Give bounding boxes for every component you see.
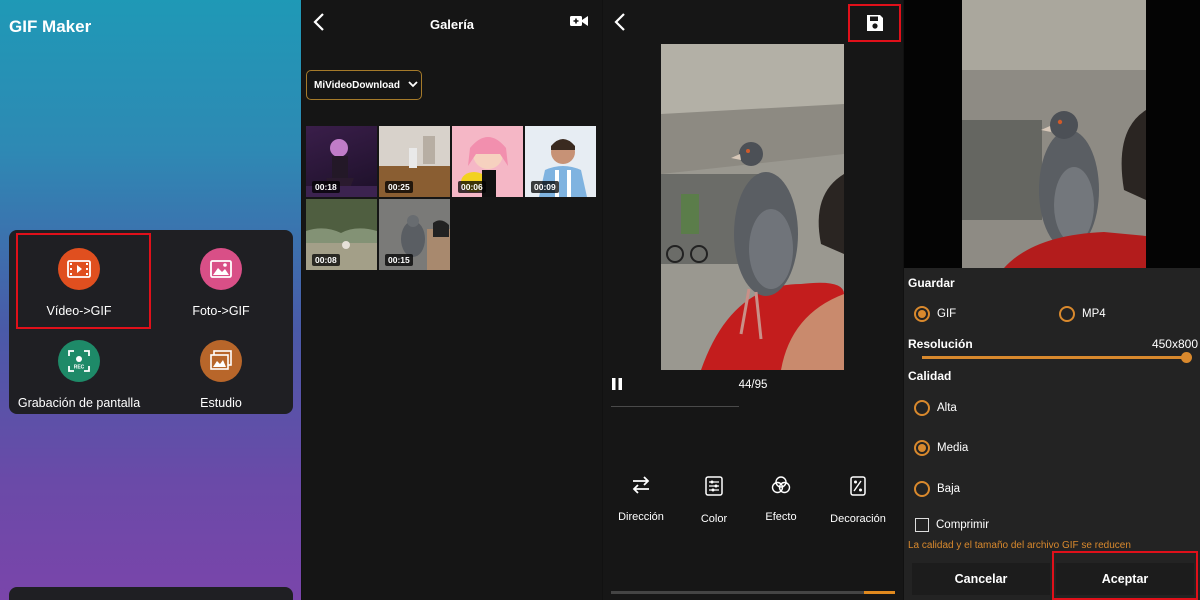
quality-medium-label: Media [937, 442, 969, 454]
video-duration: 00:15 [385, 254, 413, 266]
photo-to-gif-label: Foto->GIF [192, 304, 250, 318]
quality-medium-option[interactable]: Media [914, 440, 968, 456]
photo-to-gif-button[interactable]: Foto->GIF [156, 248, 286, 318]
editor-screen: 44/95 Dirección Color Efecto Decoración [603, 0, 903, 600]
video-preview [904, 0, 1200, 268]
save-floppy-icon [866, 15, 883, 31]
gallery-title: Galería [429, 17, 475, 32]
color-adjust-icon [705, 476, 723, 496]
video-camera-add-icon[interactable] [570, 14, 588, 33]
screen-record-label: Grabación de pantalla [17, 396, 141, 410]
screen-record-icon: REC [58, 340, 100, 382]
checkbox-icon [915, 518, 929, 532]
studio-button[interactable]: Estudio [156, 340, 286, 410]
format-mp4-option[interactable]: MP4 [1059, 306, 1106, 322]
direction-tool[interactable]: Dirección [603, 476, 681, 523]
video-thumbnail[interactable]: 00:18 [306, 126, 377, 197]
gallery-screen: Galería MiVideoDownload 00:18 00:25 00:0… [302, 0, 602, 600]
radio-unselected [914, 400, 930, 416]
effect-tool[interactable]: Efecto [741, 476, 821, 523]
app-title: GIF Maker [9, 17, 92, 36]
video-duration: 00:18 [312, 181, 340, 193]
swap-arrows-icon [632, 476, 650, 494]
video-duration: 00:06 [458, 181, 486, 193]
highlight-box [1052, 551, 1198, 600]
effect-label: Efecto [765, 511, 797, 523]
quality-high-option[interactable]: Alta [914, 400, 957, 416]
format-gif-option[interactable]: GIF [914, 306, 956, 322]
quality-low-label: Baja [937, 483, 961, 495]
quality-high-label: Alta [937, 402, 957, 414]
video-thumbnail[interactable]: 00:08 [306, 199, 377, 270]
resolution-value: 450x800 [1151, 337, 1198, 351]
folder-name: MiVideoDownload [314, 79, 400, 91]
video-preview[interactable] [661, 44, 844, 370]
studio-label: Estudio [200, 396, 242, 410]
video-thumbnail[interactable]: 00:25 [379, 126, 450, 197]
video-duration: 00:08 [312, 254, 340, 266]
direction-label: Dirección [618, 511, 664, 523]
format-mp4-label: MP4 [1082, 308, 1106, 320]
cancel-button[interactable]: Cancelar [912, 563, 1050, 595]
frame-counter: 44/95 [738, 379, 768, 391]
save-section-title: Guardar [908, 276, 955, 290]
radio-selected [914, 440, 930, 456]
studio-gallery-icon [200, 340, 242, 382]
decoration-icon [850, 476, 866, 496]
back-arrow-icon[interactable] [613, 12, 627, 37]
rec-badge: REC [74, 365, 85, 371]
seek-track[interactable] [611, 406, 739, 407]
effect-circles-icon [771, 476, 791, 494]
home-screen: GIF Maker Vídeo->GIF Foto->GIF REC Graba… [0, 0, 301, 600]
chevron-down-icon [408, 80, 418, 91]
save-dialog-screen: Guardar GIF MP4 Resolución 450x800 Calid… [904, 0, 1200, 600]
decoration-label: Decoración [830, 513, 886, 525]
highlight-box [16, 233, 151, 329]
radio-unselected [914, 481, 930, 497]
video-duration: 00:09 [531, 181, 559, 193]
compress-label: Comprimir [936, 519, 990, 531]
format-gif-label: GIF [937, 308, 957, 320]
folder-dropdown[interactable]: MiVideoDownload [306, 70, 422, 100]
resolution-slider[interactable] [922, 352, 1192, 363]
video-thumbnail[interactable]: 00:09 [525, 126, 596, 197]
timeline-track[interactable] [611, 591, 895, 594]
resolution-label: Resolución [908, 337, 973, 351]
photo-icon [200, 248, 242, 290]
video-thumbnail[interactable]: 00:06 [452, 126, 523, 197]
quality-note: La calidad y el tamaño del archivo GIF s… [908, 540, 1131, 551]
timeline-progress [863, 591, 895, 594]
compress-checkbox[interactable]: Comprimir [915, 518, 989, 532]
decoration-tool[interactable]: Decoración [818, 476, 898, 525]
radio-selected [914, 306, 930, 322]
video-duration: 00:25 [385, 181, 413, 193]
radio-unselected [1059, 306, 1075, 322]
slider-knob[interactable] [1181, 352, 1192, 363]
save-button[interactable] [848, 4, 901, 42]
screen-record-button[interactable]: REC Grabación de pantalla [14, 340, 144, 410]
quality-low-option[interactable]: Baja [914, 481, 960, 497]
quality-section-title: Calidad [908, 369, 952, 383]
bottom-card [9, 587, 293, 600]
video-thumbnail[interactable]: 00:15 [379, 199, 450, 270]
